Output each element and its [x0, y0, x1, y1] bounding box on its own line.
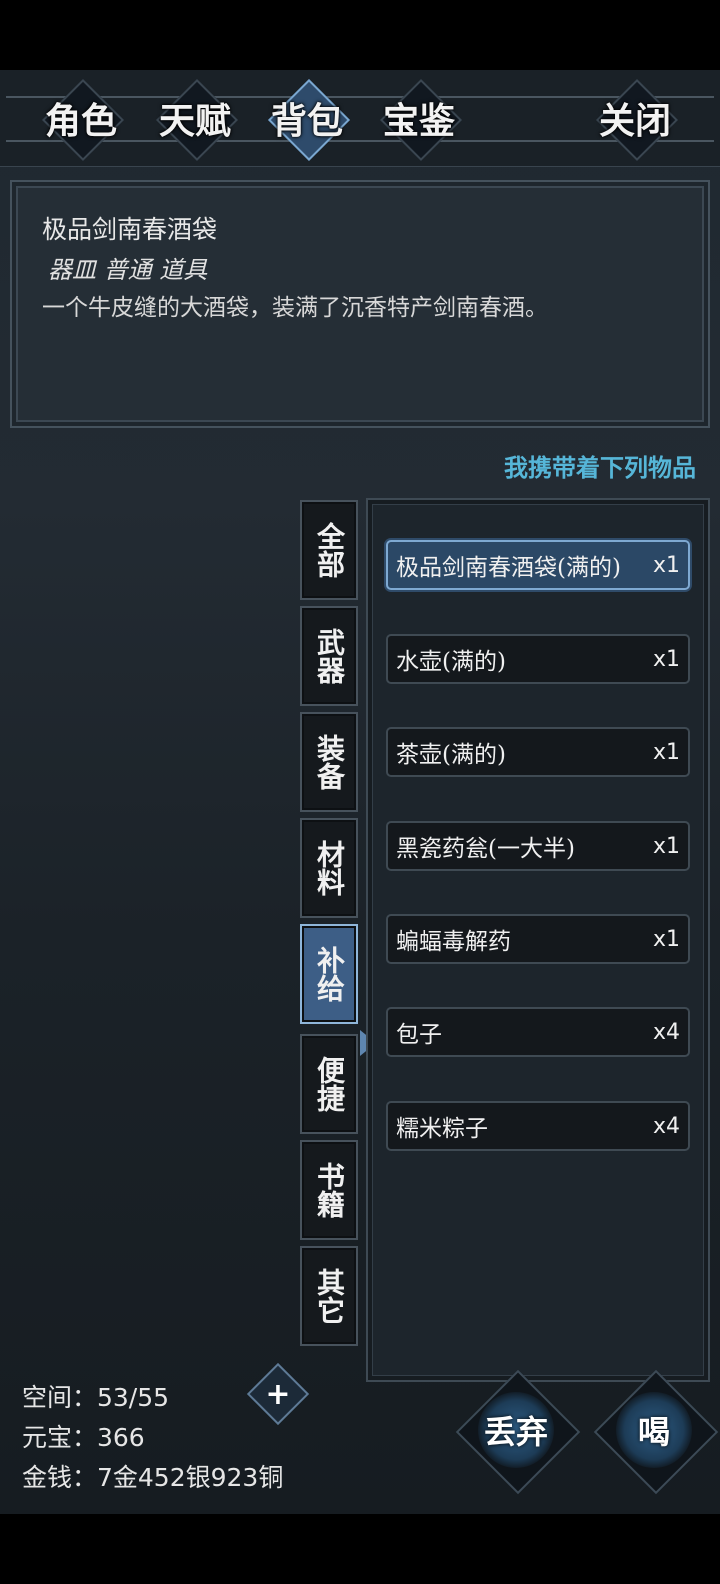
category-all[interactable]: 全部 [300, 500, 358, 600]
item-name: 水壶(满的) [396, 649, 506, 675]
item-description: 一个牛皮缝的大酒袋，装满了沉香特产剑南春酒。 [42, 295, 548, 321]
item-name: 茶壶(满的) [396, 742, 506, 768]
tab-treasure[interactable]: 宝鉴 [374, 78, 464, 162]
space-stat: 空间：53/55 [22, 1383, 170, 1412]
category-label: 其它 [313, 1268, 346, 1324]
drink-button[interactable]: 喝 [593, 1369, 719, 1495]
item-qty: x1 [652, 739, 680, 765]
item-name: 蝙蝠毒解药 [396, 929, 511, 955]
tab-label: 角色 [44, 100, 117, 142]
tab-label: 背包 [270, 100, 343, 142]
close-label: 关闭 [598, 100, 671, 142]
item-row[interactable]: 蝙蝠毒解药 x1 [386, 914, 690, 964]
category-equipment[interactable]: 装备 [300, 712, 358, 812]
item-name: 黑瓷药瓮(一大半) [396, 836, 575, 862]
category-supply[interactable]: 补给 [300, 924, 358, 1024]
tab-character[interactable]: 角色 [36, 78, 126, 162]
tab-label: 天赋 [158, 100, 231, 142]
item-name: 糯米粽子 [396, 1116, 488, 1142]
category-label: 材料 [313, 840, 346, 896]
item-qty: x4 [652, 1113, 680, 1139]
plus-icon: + [265, 1376, 291, 1412]
discard-button[interactable]: 丢弃 [455, 1369, 581, 1495]
category-label: 书籍 [313, 1162, 346, 1218]
item-row[interactable]: 包子 x4 [386, 1007, 690, 1057]
tab-label: 宝鉴 [382, 100, 455, 142]
item-qty: x1 [652, 646, 680, 672]
expand-space-button[interactable]: + [246, 1362, 310, 1426]
category-books[interactable]: 书籍 [300, 1140, 358, 1240]
screen: 角色 天赋 背包 宝鉴 关闭 极品剑南春酒袋 器皿 普通 道具 一个牛皮缝的大酒… [0, 0, 720, 1584]
item-row[interactable]: 茶壶(满的) x1 [386, 727, 690, 777]
item-qty: x1 [652, 926, 680, 952]
item-qty: x4 [652, 1019, 680, 1045]
drink-label: 喝 [637, 1413, 670, 1451]
category-label: 装备 [313, 734, 346, 790]
item-row[interactable]: 黑瓷药瓮(一大半) x1 [386, 821, 690, 871]
item-row[interactable]: 糯米粽子 x4 [386, 1101, 690, 1151]
category-label: 武器 [313, 628, 346, 684]
yuanbao-stat: 元宝：366 [22, 1423, 145, 1452]
money-stat: 金钱：7金452银923铜 [22, 1463, 284, 1492]
tab-talent[interactable]: 天赋 [150, 78, 240, 162]
top-tab-bar: 角色 天赋 背包 宝鉴 关闭 [0, 70, 720, 167]
item-row[interactable]: 极品剑南春酒袋(满的) x1 [386, 540, 690, 590]
item-name: 极品剑南春酒袋(满的) [396, 555, 621, 581]
item-row[interactable]: 水壶(满的) x1 [386, 634, 690, 684]
category-label: 补给 [313, 946, 346, 1002]
item-qty: x1 [652, 833, 680, 859]
carry-label: 我携带着下列物品 [504, 453, 696, 482]
item-qty: x1 [652, 552, 680, 578]
category-label: 全部 [313, 522, 346, 578]
category-weapon[interactable]: 武器 [300, 606, 358, 706]
item-name: 包子 [396, 1022, 442, 1048]
tab-backpack[interactable]: 背包 [262, 78, 352, 162]
item-type: 器皿 普通 道具 [48, 256, 208, 284]
category-label: 便捷 [313, 1056, 346, 1112]
item-list: 极品剑南春酒袋(满的) x1 水壶(满的) x1 茶壶(满的) x1 黑瓷药瓮(… [366, 498, 710, 1382]
category-material[interactable]: 材料 [300, 818, 358, 918]
item-description-box: 极品剑南春酒袋 器皿 普通 道具 一个牛皮缝的大酒袋，装满了沉香特产剑南春酒。 [10, 180, 710, 428]
discard-label: 丢弃 [483, 1413, 548, 1451]
item-title: 极品剑南春酒袋 [42, 215, 218, 244]
category-convenient[interactable]: 便捷 [300, 1034, 358, 1134]
close-button[interactable]: 关闭 [590, 78, 680, 162]
inventory-panel: 角色 天赋 背包 宝鉴 关闭 极品剑南春酒袋 器皿 普通 道具 一个牛皮缝的大酒… [0, 70, 720, 1514]
category-other[interactable]: 其它 [300, 1246, 358, 1346]
